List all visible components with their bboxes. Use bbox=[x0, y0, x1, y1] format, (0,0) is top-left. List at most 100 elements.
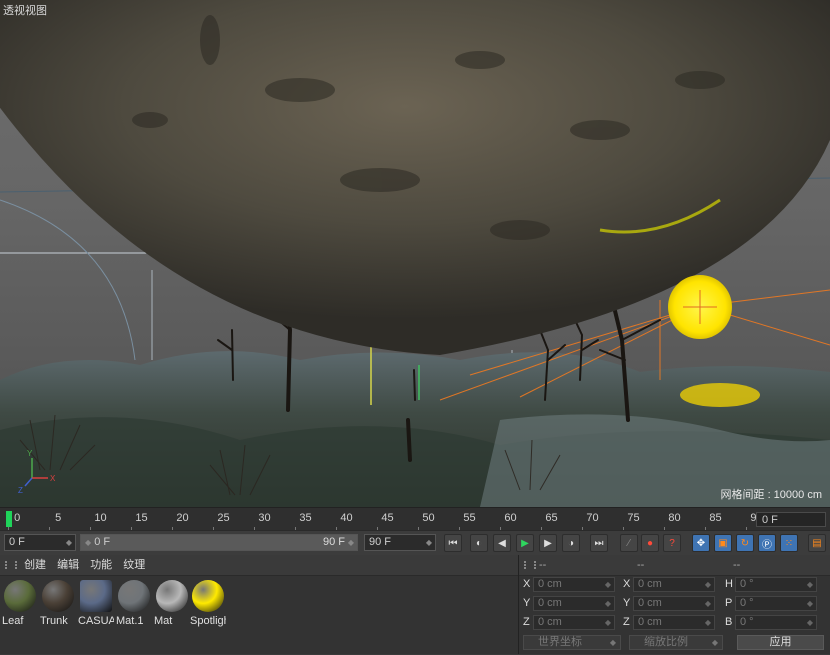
coord-label: B bbox=[725, 616, 733, 628]
play-icon: ▶ bbox=[521, 537, 529, 549]
previous-key-button[interactable]: ◐ bbox=[470, 534, 488, 552]
menu-function[interactable]: 功能 bbox=[90, 559, 112, 571]
panel-grip-icon[interactable] bbox=[524, 561, 536, 569]
tick-label: 20 bbox=[176, 512, 189, 524]
material-label: Trunk bbox=[40, 615, 68, 627]
tick-label: 0 bbox=[14, 512, 21, 524]
prev-key-icon: ◐ bbox=[475, 537, 483, 549]
coord-label: P bbox=[725, 597, 733, 609]
timeline-panel-button[interactable]: ▤ bbox=[808, 534, 826, 552]
material-label: Mat.1 bbox=[116, 615, 144, 627]
material-label: Spotlight bbox=[190, 615, 226, 627]
move-icon: ✥ bbox=[696, 537, 706, 549]
tick-label: 30 bbox=[258, 512, 271, 524]
range-end-value: 90 F bbox=[322, 536, 345, 548]
tick-label: 45 bbox=[381, 512, 394, 524]
scene-render: Y X Z bbox=[0, 0, 830, 507]
material-list: Leaf Trunk CASUAL Mat.1 Mat Spotlight bbox=[0, 576, 518, 655]
material-casual[interactable]: CASUAL bbox=[78, 580, 114, 627]
tick-label: 75 bbox=[627, 512, 640, 524]
scale-icon: ▣ bbox=[718, 537, 728, 549]
coord-value: 0 cm bbox=[638, 597, 662, 609]
position-y-field[interactable]: 0 cm ◆ bbox=[533, 596, 615, 611]
size-x-field[interactable]: 0 cm ◆ bbox=[633, 577, 715, 592]
coord-value: 0 cm bbox=[638, 616, 662, 628]
material-mat[interactable]: Mat bbox=[154, 580, 190, 627]
apply-button[interactable]: 应用 bbox=[737, 635, 824, 650]
tick-label: 85 bbox=[709, 512, 722, 524]
playhead-marker[interactable] bbox=[6, 511, 12, 527]
spinner-icon: ◆ bbox=[704, 599, 711, 608]
rotation-p-field[interactable]: 0 ° ◆ bbox=[735, 596, 817, 611]
material-preview-spotlight bbox=[192, 580, 224, 612]
tick-label: 40 bbox=[340, 512, 353, 524]
svg-text:Y: Y bbox=[27, 449, 33, 458]
material-spotlight[interactable]: Spotlight bbox=[190, 580, 226, 627]
keyframe-selection-button[interactable]: ? bbox=[663, 534, 681, 552]
panel-grip-icon[interactable] bbox=[5, 561, 17, 570]
tick-label: 5 bbox=[55, 512, 62, 524]
perspective-viewport[interactable]: Y X Z 透视视图 网格间距 : 10000 cm bbox=[0, 0, 830, 507]
range-start-value: 0 F bbox=[94, 536, 111, 548]
range-arrow-icon: ◆ bbox=[85, 538, 92, 547]
material-menu-bar: 创建 编辑 功能 纹理 bbox=[0, 555, 518, 576]
coord-row-2: Y 0 cm ◆ Y 0 cm ◆ P 0 ° ◆ bbox=[519, 595, 830, 613]
point-level-button[interactable]: ⁙ bbox=[780, 534, 798, 552]
material-mat1[interactable]: Mat.1 bbox=[116, 580, 152, 627]
previous-frame-button[interactable]: ◀ bbox=[493, 534, 511, 552]
start-frame-field[interactable]: 0 F ◆ bbox=[4, 534, 76, 551]
menu-edit[interactable]: 编辑 bbox=[57, 559, 79, 571]
skip-end-icon: ⏭ bbox=[594, 537, 604, 549]
size-column-header: -- bbox=[637, 559, 645, 571]
tick-label: 70 bbox=[586, 512, 599, 524]
coordinates-manager: -- -- -- X 0 cm ◆ X 0 cm ◆ H 0 ° ◆ Y 0 cm ◆ … bbox=[519, 555, 830, 654]
go-to-start-button[interactable]: ⏮ bbox=[444, 534, 462, 552]
rotation-b-field[interactable]: 0 ° ◆ bbox=[735, 615, 817, 630]
timeline-ruler[interactable]: 051015202530354045505560657075808590 0 F bbox=[0, 507, 830, 531]
next-frame-button[interactable]: ▶ bbox=[539, 534, 557, 552]
spinner-icon: ◆ bbox=[704, 580, 711, 589]
spinner-icon: ◆ bbox=[806, 580, 813, 589]
tick-label: 25 bbox=[217, 512, 230, 524]
coord-label: Z bbox=[523, 616, 530, 628]
frame-range-slider[interactable]: ◆ 0 F 90 F ◆ bbox=[80, 534, 358, 551]
current-frame-field[interactable]: 0 F bbox=[756, 512, 826, 527]
frame-ruler[interactable]: 051015202530354045505560657075808590 bbox=[8, 508, 763, 531]
play-button[interactable]: ▶ bbox=[516, 534, 534, 552]
key-icon: ⁄ bbox=[628, 537, 630, 549]
world-coordinates-dropdown[interactable]: 世界坐标 ◆ bbox=[523, 635, 621, 650]
p-icon: Ⓟ bbox=[762, 539, 772, 551]
auto-keyframe-button[interactable]: ● bbox=[641, 534, 659, 552]
rotation-key-button[interactable]: ↻ bbox=[736, 534, 754, 552]
next-key-icon: ◑ bbox=[567, 537, 575, 549]
go-to-end-button[interactable]: ⏭ bbox=[590, 534, 608, 552]
position-key-button[interactable]: ✥ bbox=[692, 534, 710, 552]
grid-dots-icon: ⁙ bbox=[784, 537, 794, 549]
material-preview-mat bbox=[156, 580, 188, 612]
scale-ratio-dropdown[interactable]: 缩放比例 ◆ bbox=[629, 635, 723, 650]
parameter-key-button[interactable]: Ⓟ bbox=[758, 534, 776, 552]
coord-row-3: Z 0 cm ◆ Z 0 cm ◆ B 0 ° ◆ bbox=[519, 614, 830, 632]
tick-label: 65 bbox=[545, 512, 558, 524]
record-icon: ● bbox=[646, 537, 654, 549]
menu-texture[interactable]: 纹理 bbox=[123, 559, 145, 571]
spinner-icon: ◆ bbox=[806, 599, 813, 608]
material-preview-leaf bbox=[4, 580, 36, 612]
position-z-field[interactable]: 0 cm ◆ bbox=[533, 615, 615, 630]
coord-label: Z bbox=[623, 616, 630, 628]
menu-create[interactable]: 创建 bbox=[24, 559, 46, 571]
material-trunk[interactable]: Trunk bbox=[40, 580, 76, 627]
position-x-field[interactable]: 0 cm ◆ bbox=[533, 577, 615, 592]
record-keys-button[interactable]: ⁄ bbox=[620, 534, 638, 552]
scale-key-button[interactable]: ▣ bbox=[714, 534, 732, 552]
material-leaf[interactable]: Leaf bbox=[2, 580, 38, 627]
viewport-title[interactable]: 透视视图 bbox=[3, 2, 47, 18]
next-key-button[interactable]: ◑ bbox=[562, 534, 580, 552]
tick-label: 80 bbox=[668, 512, 681, 524]
step-back-icon: ◀ bbox=[498, 537, 506, 549]
size-z-field[interactable]: 0 cm ◆ bbox=[633, 615, 715, 630]
chevron-down-icon: ◆ bbox=[711, 638, 718, 647]
rotation-h-field[interactable]: 0 ° ◆ bbox=[735, 577, 817, 592]
end-frame-field[interactable]: 90 F ◆ bbox=[364, 534, 436, 551]
size-y-field[interactable]: 0 cm ◆ bbox=[633, 596, 715, 611]
